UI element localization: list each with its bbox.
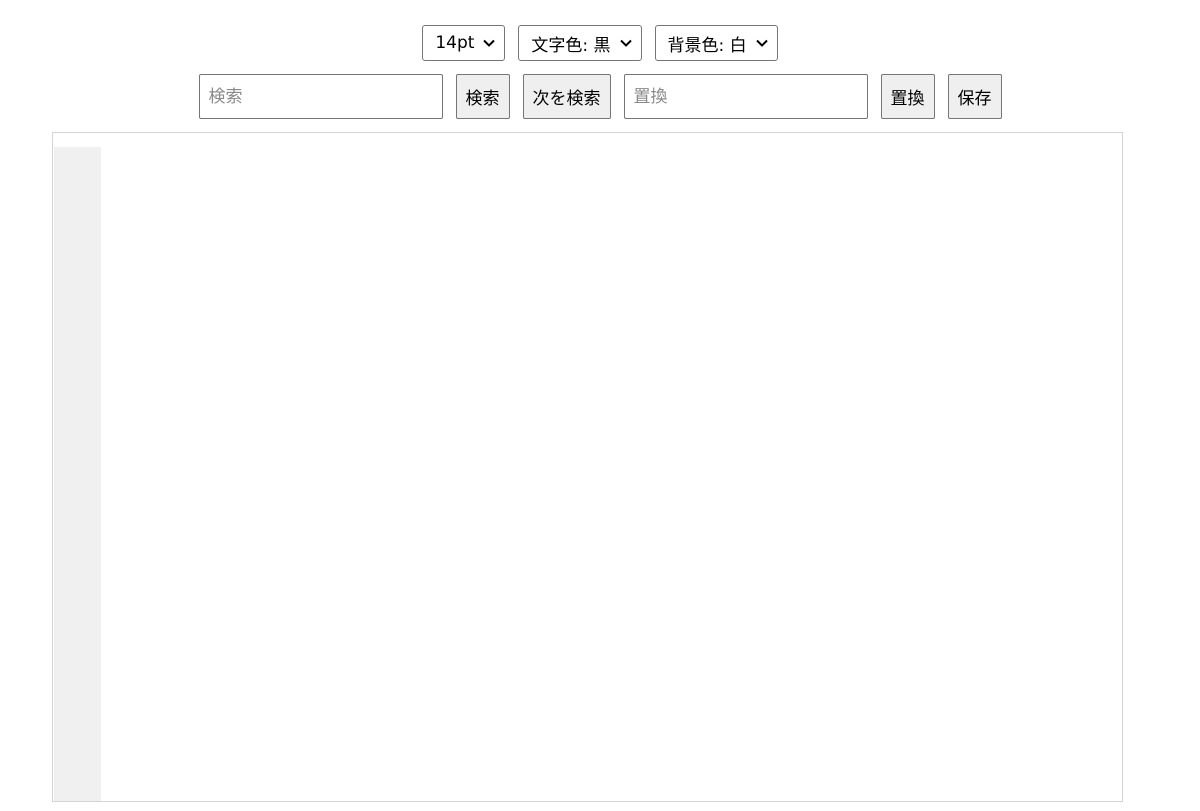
replace-button[interactable]: 置換 [880,74,935,119]
chevron-down-icon [482,36,496,50]
chevron-down-icon [619,36,633,50]
search-button[interactable]: 検索 [455,74,510,119]
text-color-select-value: 文字色: 黒 [531,35,611,56]
chevron-down-icon [755,36,769,50]
background-color-select-value: 背景色: 白 [667,35,747,56]
editor-text-area[interactable] [101,147,1122,801]
replace-input[interactable] [623,74,868,119]
find-next-button[interactable]: 次を検索 [522,74,611,119]
line-number-gutter [54,147,101,801]
format-toolbar: 14pt 文字色: 黒 背景色: 白 [0,25,1200,61]
search-input[interactable] [198,74,443,119]
background-color-select[interactable]: 背景色: 白 [654,25,778,61]
search-toolbar: 検索 次を検索 置換 保存 [0,74,1200,119]
text-color-select[interactable]: 文字色: 黒 [518,25,642,61]
font-size-select[interactable]: 14pt [422,25,506,61]
save-button[interactable]: 保存 [947,74,1002,119]
editor [52,132,1123,802]
font-size-select-value: 14pt [435,33,475,53]
